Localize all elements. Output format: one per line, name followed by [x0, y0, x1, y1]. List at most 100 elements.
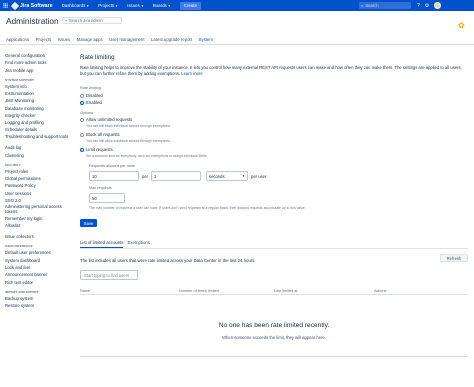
chevron-down-icon: ▼ [140, 3, 144, 8]
chevron-down-icon: ▼ [242, 174, 245, 178]
sidebar-item-database-monitoring[interactable]: Database monitoring [5, 105, 75, 112]
block-all-description: You can still allow individual access th… [86, 139, 171, 143]
sidebar-item-system-dashboard[interactable]: System dashboard [5, 257, 75, 264]
tab-exemptions[interactable]: Exemptions [127, 240, 149, 248]
sidebar-item-look-and-feel[interactable]: Look and feel [5, 264, 75, 271]
menu-label: Boards [152, 3, 167, 8]
sidebar-item-logging-and-profiling[interactable]: Logging and profiling [5, 119, 75, 126]
admin-search-input[interactable]: ⌕ Search Jira admin [62, 17, 122, 24]
user-filter-input[interactable]: Start typing to find users [80, 270, 138, 280]
admin-search-placeholder: Search Jira admin [68, 18, 103, 23]
save-button[interactable]: Save [80, 219, 97, 227]
help-icon[interactable]: ? [417, 3, 420, 9]
limit-requests-description: Set a common limit for everybody, and us… [86, 154, 208, 158]
top-navigation-bar: Jira Software Dashboards ▼ Projects ▼ Issu… [0, 0, 474, 11]
radio-allow-unlimited[interactable]: Allow unlimited requests [80, 117, 132, 122]
interval-unit-select[interactable]: seconds ▼ [206, 171, 248, 181]
max-requests-help: The max number of requests a user can ha… [89, 206, 306, 210]
sidebar-item-restore-system[interactable]: Restore system [5, 302, 75, 309]
menu-label: Dashboards [61, 3, 86, 8]
radio-circle-selected [80, 100, 84, 105]
max-requests-input[interactable]: 50 [89, 193, 125, 203]
limited-accounts-table-header: Name Number of times limited Last limite… [80, 289, 468, 295]
menu-boards[interactable]: Boards ▼ [153, 3, 171, 8]
menu-issues[interactable]: Issues ▼ [127, 3, 144, 8]
allow-unlimited-description: You can still block individual access th… [86, 124, 172, 128]
sidebar-item-system-info[interactable]: System info [5, 83, 75, 90]
sidebar-item-instrumentation[interactable]: Instrumentation [5, 90, 75, 97]
chevron-down-icon: ▼ [86, 3, 90, 8]
sidebar-item-default-user-preferences[interactable]: Default user preferences [5, 249, 75, 256]
interval-input[interactable]: 1 [151, 171, 201, 181]
tab-list-of-limited-accounts[interactable]: List of limited accounts [80, 240, 124, 248]
jira-logo[interactable]: Jira Software [10, 1, 53, 10]
radio-block-all[interactable]: Block all requests [80, 132, 120, 137]
sidebar-item-password-policy[interactable]: Password Policy [5, 182, 75, 189]
menu-dashboards[interactable]: Dashboards ▼ [62, 3, 90, 8]
refresh-button[interactable]: Refresh [440, 254, 468, 262]
empty-state-description: When someone exceeds the limit, they wil… [222, 335, 326, 340]
top-nav-icons: ? ⚙ [417, 0, 442, 11]
chevron-down-icon: ▼ [167, 3, 171, 8]
sidebar-item-jmx-monitoring[interactable]: JMX Monitoring [5, 97, 75, 104]
menu-projects[interactable]: Projects ▼ [98, 3, 118, 8]
bee-icon: ✿ [458, 21, 465, 30]
radio-enabled[interactable]: Enabled [80, 100, 102, 105]
radio-circle [80, 93, 84, 98]
radio-circle-selected [80, 147, 84, 152]
column-actions: Actions [374, 289, 387, 293]
radio-label: Block all requests [86, 132, 120, 137]
global-search-input[interactable]: ⌕ Search [359, 2, 411, 9]
sidebar-item-clustering[interactable]: Clustering [5, 152, 75, 159]
description-text: Rate limiting helps to improve the stabi… [80, 65, 462, 76]
sidebar-item-issue-collectors[interactable]: Issue collectors [5, 233, 75, 240]
per-user-label: per user [251, 174, 267, 179]
table-bottom-divider [80, 355, 468, 356]
sidebar-item-scheduler-details[interactable]: Scheduler details [5, 126, 75, 133]
create-button[interactable]: Create [179, 1, 201, 10]
gear-icon[interactable]: ⚙ [425, 3, 429, 9]
learn-more-link[interactable]: Learn more [181, 71, 202, 76]
radio-label: Disabled [86, 93, 103, 98]
tab-divider [0, 43, 474, 44]
search-icon: ⌕ [361, 3, 364, 8]
sidebar-item-remember-my-login[interactable]: Remember my login [5, 215, 75, 222]
app-switcher-icon[interactable] [0, 0, 11, 11]
menu-label: Projects [98, 3, 115, 8]
sidebar-item-personal-access-tokens[interactable]: Administering personal access tokens [5, 204, 75, 215]
limited-accounts-info: The list includes all users that were ra… [80, 258, 256, 263]
sidebar-item-sso[interactable]: SSO 2.0 [5, 197, 75, 204]
sidebar-item-backup-system[interactable]: Backup system [5, 295, 75, 302]
sidebar-item-rich-text-editor[interactable]: Rich text editor [5, 279, 75, 286]
sidebar-item-global-permissions[interactable]: Global permissions [5, 175, 75, 182]
sidebar-item-user-sessions[interactable]: User sessions [5, 190, 75, 197]
page-title: Administration [6, 16, 59, 26]
top-menu: Dashboards ▼ Projects ▼ Issues ▼ Boards ▼ Cr… [62, 1, 201, 10]
column-name: Name [80, 289, 91, 293]
sidebar-item-integrity-checker[interactable]: Integrity checker [5, 112, 75, 119]
radio-limit-requests[interactable]: Limit requests [80, 147, 113, 152]
search-icon: ⌕ [65, 18, 68, 23]
sidebar-item-allowlist[interactable]: Allowlist [5, 222, 75, 229]
sidebar-item-audit-log[interactable]: Audit log [5, 144, 75, 151]
radio-label: Limit requests [86, 147, 113, 152]
sidebar-item-troubleshooting[interactable]: Troubleshooting and support tools [5, 134, 75, 145]
sidebar: General configuration Find more admin to… [5, 52, 75, 309]
search-placeholder: Search [365, 3, 379, 8]
radio-circle [80, 117, 84, 122]
sidebar-item-general-configuration[interactable]: General configuration [5, 52, 75, 59]
sidebar-item-announcement-banner[interactable]: Announcement banner [5, 271, 75, 278]
column-last-limited-at: Last limited at [274, 289, 298, 293]
requests-allowed-input[interactable]: 10 [89, 171, 139, 181]
sidebar-item-find-more-admin-tools[interactable]: Find more admin tools [5, 59, 75, 66]
limited-accounts-tabs: List of limited accounts Exemptions [80, 240, 150, 248]
section-heading: Rate limiting [80, 54, 115, 61]
column-times-limited: Number of times limited [179, 289, 219, 293]
select-value: seconds [209, 173, 225, 179]
requests-allowed-label: Requests allowed per node [89, 164, 136, 168]
avatar[interactable] [434, 2, 442, 9]
radio-disabled[interactable]: Disabled [80, 93, 103, 98]
subtab-divider [80, 247, 468, 248]
sidebar-item-project-roles[interactable]: Project roles [5, 168, 75, 175]
sidebar-item-jira-mobile-app[interactable]: Jira mobile app [5, 67, 75, 74]
